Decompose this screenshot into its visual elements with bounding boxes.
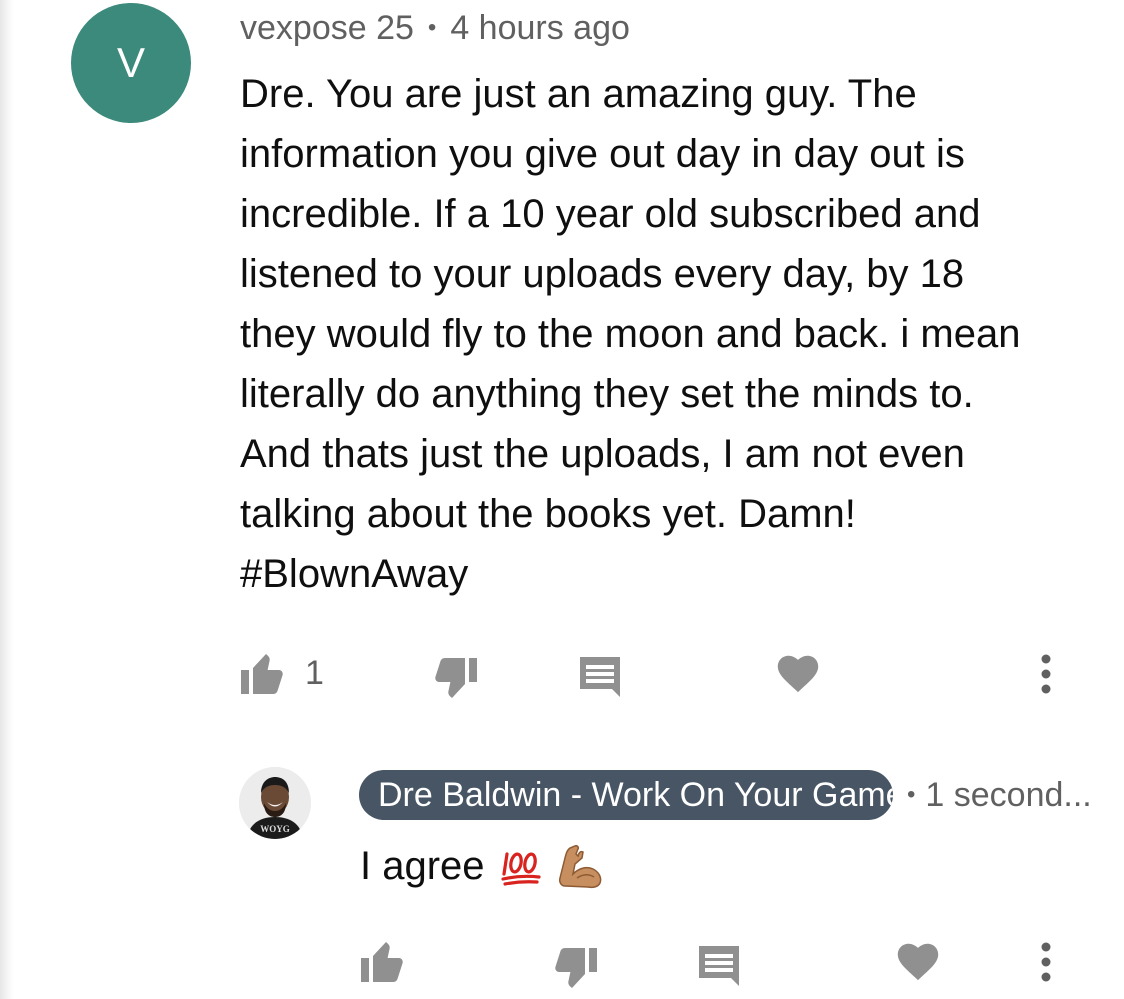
thumb-down-icon — [555, 948, 597, 988]
avatar-letter: V — [116, 39, 145, 86]
like-button[interactable] — [238, 644, 288, 704]
reply-meta: Dre Baldwin - Work On Your Game • 1 seco… — [359, 770, 1092, 820]
reply-text: I agree — [360, 836, 607, 896]
dislike-button[interactable] — [430, 644, 480, 704]
reply-button[interactable] — [576, 644, 624, 704]
screen-edge-shadow — [0, 0, 14, 999]
commenter-avatar[interactable]: V — [71, 3, 191, 123]
more-vertical-icon — [1041, 942, 1051, 982]
reply-meta-separator: • — [907, 781, 916, 808]
reply-dislike-button[interactable] — [550, 932, 600, 992]
reply-author-chip[interactable]: Dre Baldwin - Work On Your Game — [359, 770, 893, 820]
reply-reply-button[interactable] — [695, 932, 743, 992]
comment-icon — [580, 657, 620, 697]
thumb-up-icon — [361, 942, 403, 982]
more-options-button[interactable] — [1030, 644, 1062, 704]
hundred-points-emoji — [499, 844, 547, 888]
thumb-up-icon — [241, 654, 283, 694]
reply-text-content: I agree — [360, 843, 485, 888]
comment-author[interactable]: vexpose 25 — [240, 9, 414, 48]
comment-time: 4 hours ago — [450, 8, 630, 47]
heart-icon — [897, 943, 939, 981]
reply-time: 1 second... — [925, 775, 1092, 814]
comment-text: Dre. You are just an amazing guy. The in… — [240, 72, 1021, 596]
comment-action-bar: 1 — [0, 644, 1124, 704]
reply-heart-button[interactable] — [895, 932, 941, 992]
like-count: 1 — [305, 654, 324, 692]
comment-icon — [699, 946, 739, 986]
more-vertical-icon — [1041, 654, 1051, 694]
avatar-shirt-text: WOYG — [260, 824, 290, 834]
meta-separator: • — [427, 14, 437, 41]
flexed-biceps-emoji — [555, 840, 607, 892]
reply-action-bar — [0, 932, 1124, 992]
reply-avatar[interactable]: WOYG — [239, 767, 311, 839]
reply-like-button[interactable] — [358, 932, 408, 992]
heart-button[interactable] — [775, 644, 821, 704]
reply-more-options-button[interactable] — [1030, 932, 1062, 992]
reply-avatar-image: WOYG — [239, 767, 311, 839]
thumb-down-icon — [435, 658, 477, 698]
heart-icon — [777, 655, 819, 693]
comment-meta: vexpose 25 • 4 hours ago — [240, 6, 630, 50]
